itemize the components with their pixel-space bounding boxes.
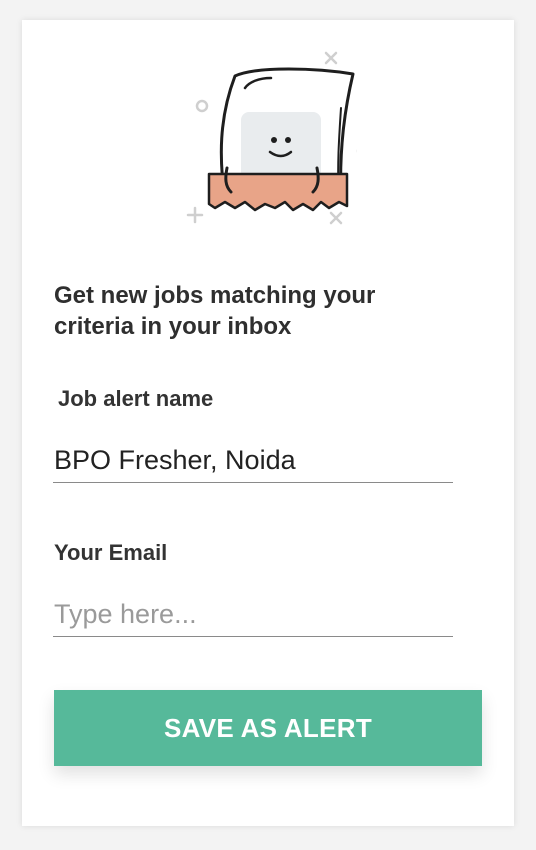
email-input[interactable] <box>53 593 453 637</box>
email-label: Your Email <box>54 540 168 565</box>
job-alert-name-input[interactable] <box>53 439 453 483</box>
paper-envelope-mascot-icon <box>167 48 370 228</box>
save-as-alert-button[interactable]: SAVE AS ALERT <box>54 690 482 766</box>
alert-heading: Get new jobs matching your criteria in y… <box>54 282 376 340</box>
job-alert-card: Get new jobs matching your criteria in y… <box>22 20 514 826</box>
job-alert-name-label: Job alert name <box>58 386 214 411</box>
